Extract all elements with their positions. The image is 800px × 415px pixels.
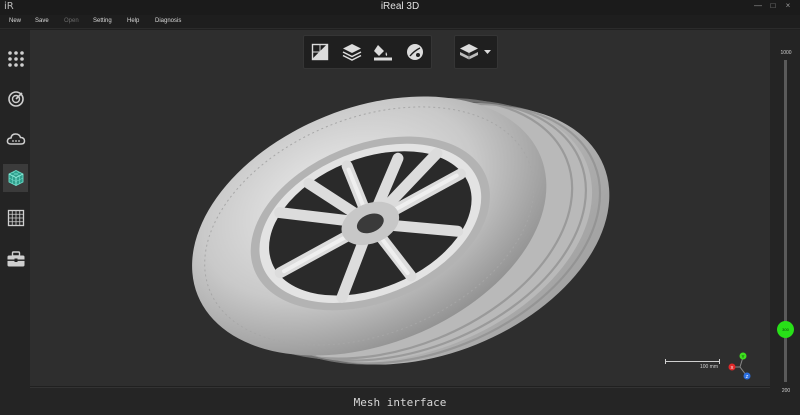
fill-paint-icon [374, 45, 393, 61]
grid-table-icon [7, 209, 24, 227]
distance-slider-panel: 1000 300 200 [770, 30, 800, 415]
scale-bar-label: 100 mm [699, 364, 718, 370]
sidebar-mesh-button[interactable] [3, 164, 28, 192]
toolbar-mesh-button[interactable] [304, 36, 336, 68]
chevron-down-icon [484, 50, 491, 54]
layers-icon [342, 44, 361, 61]
texture-sphere-icon [407, 44, 424, 60]
slider-min-label: 200 [781, 388, 791, 394]
toolbox-icon [7, 250, 24, 266]
slider-max-label: 1000 [780, 50, 792, 56]
window-title: iReal 3D [380, 1, 420, 12]
menu-new[interactable]: New [9, 18, 21, 24]
point-grid-icon [7, 51, 24, 67]
cloud-icon [6, 133, 25, 145]
scan-target-icon [7, 91, 24, 107]
menu-setting[interactable]: Setting [93, 18, 112, 24]
axis-gizmo[interactable]: Y X Z [726, 350, 756, 380]
distance-slider-knob[interactable]: 300 [777, 321, 794, 338]
sidebar-grid-button[interactable] [3, 204, 28, 232]
wheel-mesh-model[interactable] [30, 30, 770, 386]
scale-bar: 100 mm [665, 358, 720, 370]
render-toolbar [303, 35, 432, 69]
z-axis-label: Z [746, 374, 749, 379]
menu-help[interactable]: Help [127, 18, 139, 24]
menu-diagnosis[interactable]: Diagnosis [155, 18, 181, 24]
status-text: Mesh interface [353, 396, 447, 409]
title-bar: iR iReal 3D — □ × [0, 0, 800, 15]
sidebar-scan-button[interactable] [3, 85, 28, 113]
sidebar-toolbox-button[interactable] [3, 245, 28, 273]
toolbar-layers-button[interactable] [336, 36, 368, 68]
mesh-cube-icon [8, 169, 23, 187]
x-axis-label: X [730, 365, 733, 370]
y-axis-label: Y [741, 354, 744, 359]
triangle-mesh-icon [311, 43, 329, 61]
mesh-viewport[interactable]: 100 mm Y X Z [30, 30, 770, 386]
minimize-button[interactable]: — [752, 1, 764, 10]
stack-view-icon [460, 44, 478, 60]
menu-open[interactable]: Open [64, 18, 79, 24]
view-mode-dropdown[interactable] [454, 35, 498, 69]
toolbar-fill-button[interactable] [368, 36, 400, 68]
close-button[interactable]: × [782, 1, 794, 10]
view-mode-button[interactable] [455, 36, 483, 68]
status-bar: Mesh interface [30, 387, 770, 415]
toolbar-texture-button[interactable] [399, 36, 431, 68]
maximize-button[interactable]: □ [767, 1, 779, 10]
sidebar-cloud-button[interactable] [3, 125, 28, 153]
menu-save[interactable]: Save [35, 18, 49, 24]
sidebar-point-grid-button[interactable] [3, 45, 28, 73]
scale-bar-line [665, 359, 720, 364]
left-sidebar [0, 30, 30, 415]
slider-knob-label: 300 [782, 327, 789, 332]
menu-bar: New Save Open Setting Help Diagnosis [0, 15, 800, 29]
